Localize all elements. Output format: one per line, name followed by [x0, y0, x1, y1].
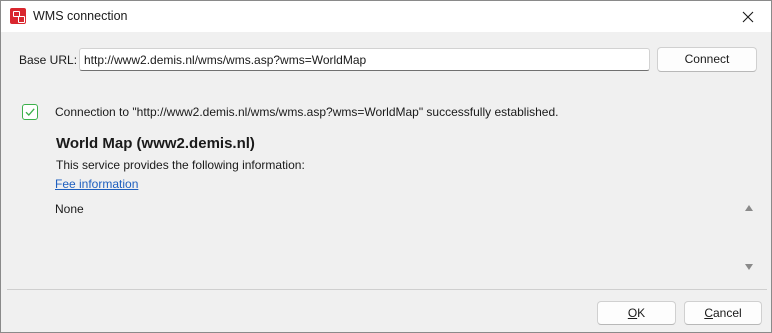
footer-divider [7, 289, 767, 290]
scroll-up-arrow-icon[interactable] [745, 205, 753, 211]
base-url-label: Base URL: [19, 53, 78, 67]
status-message: Connection to "http://www2.demis.nl/wms/… [55, 105, 559, 119]
scroll-down-arrow-icon[interactable] [745, 264, 753, 270]
title-bar: WMS connection [1, 1, 771, 32]
ok-mnemonic: O [627, 306, 638, 320]
checkmark-icon [22, 104, 38, 120]
service-description: This service provides the following info… [56, 158, 305, 172]
information-pane: None [54, 199, 738, 277]
service-title: World Map (www2.demis.nl) [56, 135, 255, 152]
information-text: None [55, 202, 84, 216]
base-url-input[interactable] [79, 48, 650, 71]
ok-button[interactable]: OK [597, 301, 676, 325]
app-logo-icon [10, 8, 26, 24]
cancel-label-rest: ancel [712, 306, 742, 320]
cancel-button[interactable]: Cancel [684, 301, 762, 325]
cancel-mnemonic: C [704, 306, 713, 320]
ok-label-rest: K [637, 306, 646, 320]
window-title: WMS connection [33, 9, 128, 23]
wms-connection-dialog: WMS connection Base URL: Connect Connect… [0, 0, 772, 333]
vertical-scrollbar[interactable] [741, 199, 757, 277]
fee-information-link[interactable]: Fee information [55, 177, 138, 191]
close-button[interactable] [725, 1, 771, 32]
close-icon [742, 11, 754, 22]
check-glyph-icon [25, 108, 35, 116]
connect-button[interactable]: Connect [657, 47, 757, 72]
